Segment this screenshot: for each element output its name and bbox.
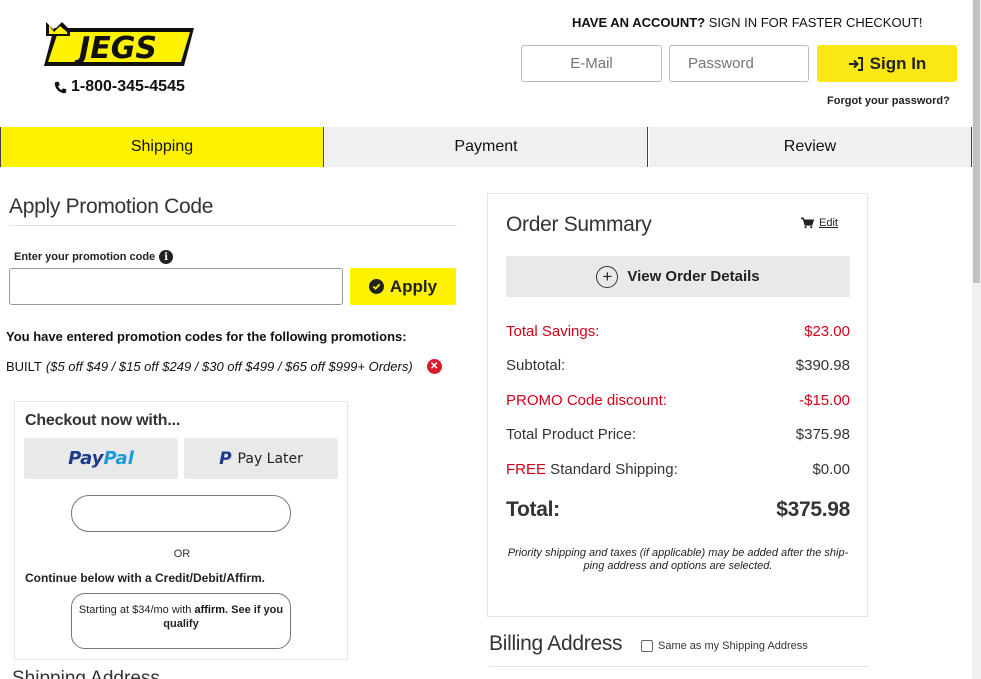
scrollbar-thumb[interactable] [973,0,980,283]
view-order-details-button[interactable]: + View Order Details [506,256,850,297]
applied-promo: BUILT ($5 off $49 / $15 off $249 / $30 o… [6,359,442,374]
wallet-pay-button[interactable] [71,495,291,532]
shipping-label-text: Standard Shipping: [546,461,678,478]
checkout-steps: Shipping Payment Review [0,127,972,167]
product-price-row: Total Product Price: $375.98 [506,426,850,443]
total-label: Total: [506,498,560,521]
check-circle-icon [368,279,384,294]
shipping-cost-label: FREE Standard Shipping: [506,461,678,478]
apply-label: Apply [389,276,438,296]
checkbox[interactable] [641,640,653,652]
page-scrollbar[interactable] [972,0,981,679]
total-value: $375.98 [776,498,850,521]
paypal-p-icon: P [219,448,232,469]
checkout-now-title: Checkout now with... [25,412,181,429]
total-savings-label: Total Savings: [506,323,600,340]
billing-divider [489,666,868,667]
promo-input-label: Enter your promotion code i [14,250,174,264]
entered-promotions-text: You have entered promotion codes for the… [6,329,407,344]
promo-title: Apply Promotion Code [9,195,214,218]
phone-text: 1-800-345-4545 [71,78,185,95]
edit-label: Edit [819,217,838,229]
promo-code-name: BUILT [6,359,42,374]
phone-icon [54,81,67,93]
pay-later-label: Pay Later [237,450,303,467]
free-word: FREE [506,461,547,478]
or-divider: OR [173,548,191,560]
edit-cart-link[interactable]: Edit [801,217,838,229]
total-savings-value: $23.00 [804,323,850,340]
product-price-label: Total Product Price: [506,426,637,443]
step-payment[interactable]: Payment [324,127,648,167]
remove-promo-icon[interactable]: ✕ [426,359,442,374]
shipping-cost-value: $0.00 [812,461,850,478]
express-checkout-box: Checkout now with... Pay Pal P Pay Later … [14,401,348,660]
info-icon[interactable]: i [159,250,174,264]
continue-below-text: Continue below with a Credit/Debit/Affir… [25,571,265,585]
sign-in-button[interactable]: Sign In [817,45,957,82]
paypal-pay-later-button[interactable]: P Pay Later [184,438,338,479]
plus-circle-icon: + [596,265,619,288]
logo-text: JEGS [74,31,157,66]
sign-in-icon [848,56,863,71]
step-shipping[interactable]: Shipping [0,127,324,167]
billing-address-title: Billing Address [489,632,623,655]
shipping-cost-row: FREE Standard Shipping: $0.00 [506,461,850,478]
sign-in-label: Sign In [869,53,927,73]
paypal-button[interactable]: Pay Pal [24,438,178,479]
promo-discount-value: -$15.00 [799,392,850,409]
apply-promo-button[interactable]: Apply [350,268,456,305]
promo-code-input[interactable] [9,268,343,305]
same-as-shipping-checkbox[interactable]: Same as my Shipping Address [641,640,808,652]
affirm-prequal-button[interactable]: Starting at $34/mo with affirm. See if y… [71,593,291,649]
promo-divider [9,225,457,226]
shipping-tax-note: Priority shipping and taxes (if applicab… [507,547,849,572]
order-total-row: Total: $375.98 [506,498,850,522]
step-review[interactable]: Review [648,127,972,167]
forgot-password-link[interactable]: Forgot your password? [827,95,950,107]
account-prompt-rest: SIGN IN FOR FASTER CHECKOUT! [705,15,923,30]
subtotal-label: Subtotal: [506,357,566,374]
email-field[interactable] [521,45,662,82]
affirm-prefix: Starting at $34/mo with [78,604,195,616]
checkout-page: JEGS 1-800-345-4545 HAVE AN ACCOUNT? SIG… [0,0,981,679]
jegs-logo[interactable]: JEGS [44,22,198,72]
promo-discount-label: PROMO Code discount: [506,392,667,409]
account-prompt-bold: HAVE AN ACCOUNT? [572,15,706,30]
subtotal-value: $390.98 [795,357,850,374]
promo-discount-row: PROMO Code discount: -$15.00 [506,392,850,409]
paypal-logo-pay: Pay [68,448,104,469]
product-price-value: $375.98 [795,426,850,443]
order-summary: Order Summary Edit + View Order Details … [487,193,868,617]
total-savings-row: Total Savings: $23.00 [506,323,850,340]
cart-icon [801,217,814,229]
view-details-label: View Order Details [627,268,760,285]
subtotal-row: Subtotal: $390.98 [506,357,850,374]
shipping-address-title: Shipping Address [12,668,160,679]
phone-number[interactable]: 1-800-345-4545 [54,78,185,96]
promo-label-text: Enter your promotion code [14,251,156,263]
order-summary-title: Order Summary [506,213,652,236]
paypal-logo-pal: Pal [103,448,134,469]
affirm-logo: affirm [194,604,226,616]
password-field[interactable] [669,45,809,82]
account-prompt: HAVE AN ACCOUNT? SIGN IN FOR FASTER CHEC… [572,15,923,30]
promo-code-details: ($5 off $49 / $15 off $249 / $30 off $49… [45,359,413,374]
same-as-shipping-label: Same as my Shipping Address [658,640,808,652]
